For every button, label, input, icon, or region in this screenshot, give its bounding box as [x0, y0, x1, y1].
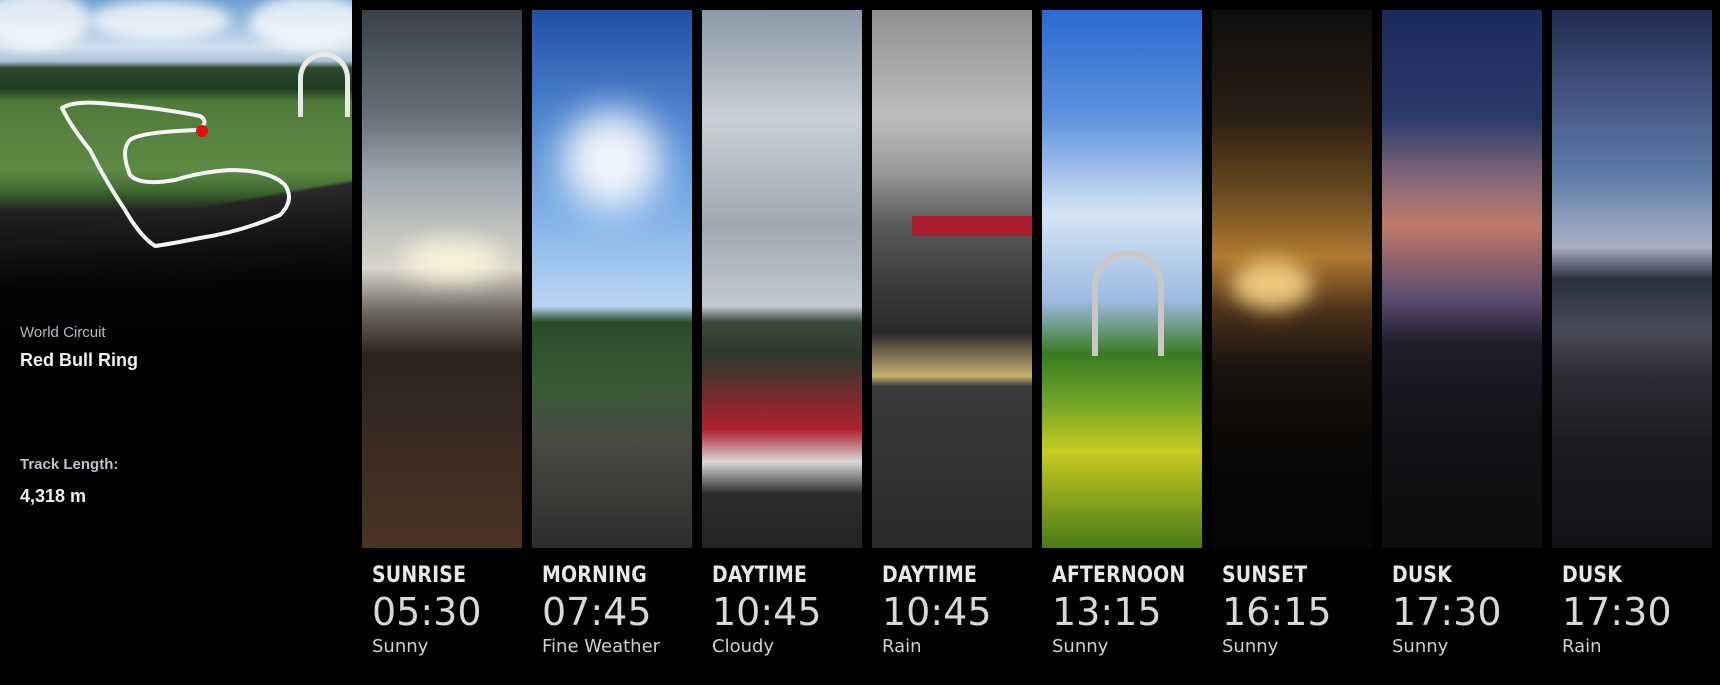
time-label: 10:45 — [712, 590, 822, 634]
time-caption: DUSK 17:30 Sunny — [1392, 563, 1562, 657]
time-label: 07:45 — [542, 590, 652, 634]
time-option-sunset-sunny[interactable] — [1212, 10, 1372, 548]
time-option-afternoon-sunny[interactable] — [1042, 10, 1202, 548]
time-option-daytime-rain[interactable] — [872, 10, 1032, 548]
track-name: Red Bull Ring — [20, 350, 138, 370]
weather-label: Sunny — [1222, 636, 1279, 657]
time-caption: DUSK 17:30 Rain — [1562, 563, 1712, 657]
period-label: DUSK — [1562, 563, 1623, 588]
time-caption: DAYTIME 10:45 Cloudy — [712, 563, 882, 657]
time-option-daytime-cloudy[interactable] — [702, 10, 862, 548]
track-length-label: Track Length: — [20, 456, 119, 473]
period-label: SUNSET — [1222, 563, 1308, 588]
time-caption: MORNING 07:45 Fine Weather — [542, 563, 712, 657]
time-label: 16:15 — [1222, 590, 1332, 634]
time-label: 10:45 — [882, 590, 992, 634]
period-label: DAYTIME — [712, 563, 808, 588]
track-length-value: 4,318 m — [20, 486, 87, 506]
period-label: AFTERNOON — [1052, 563, 1186, 588]
weather-label: Cloudy — [712, 636, 775, 657]
time-label: 17:30 — [1392, 590, 1502, 634]
weather-label: Rain — [882, 636, 922, 657]
time-caption: SUNRISE 05:30 Sunny — [372, 563, 542, 657]
time-label: 05:30 — [372, 590, 482, 634]
track-category: World Circuit — [20, 324, 106, 341]
track-map-icon — [60, 100, 291, 248]
time-caption: SUNSET 16:15 Sunny — [1222, 563, 1392, 657]
weather-label: Sunny — [1052, 636, 1109, 657]
period-label: MORNING — [542, 563, 647, 588]
time-option-dusk-rain[interactable] — [1552, 10, 1712, 548]
weather-label: Fine Weather — [542, 636, 661, 657]
time-caption: DAYTIME 10:45 Rain — [882, 563, 1052, 657]
weather-label: Sunny — [1392, 636, 1449, 657]
period-label: DUSK — [1392, 563, 1453, 588]
time-label: 13:15 — [1052, 590, 1162, 634]
weather-label: Sunny — [372, 636, 429, 657]
period-label: DAYTIME — [882, 563, 978, 588]
time-caption: AFTERNOON 13:15 Sunny — [1052, 563, 1222, 657]
position-marker-icon — [196, 125, 208, 137]
time-option-dusk-sunny[interactable] — [1382, 10, 1542, 548]
weather-label: Rain — [1562, 636, 1602, 657]
track-preview-image — [0, 0, 352, 340]
time-option-morning-fine[interactable] — [532, 10, 692, 548]
period-label: SUNRISE — [372, 563, 467, 588]
time-label: 17:30 — [1562, 590, 1672, 634]
time-option-sunrise-sunny[interactable] — [362, 10, 522, 548]
